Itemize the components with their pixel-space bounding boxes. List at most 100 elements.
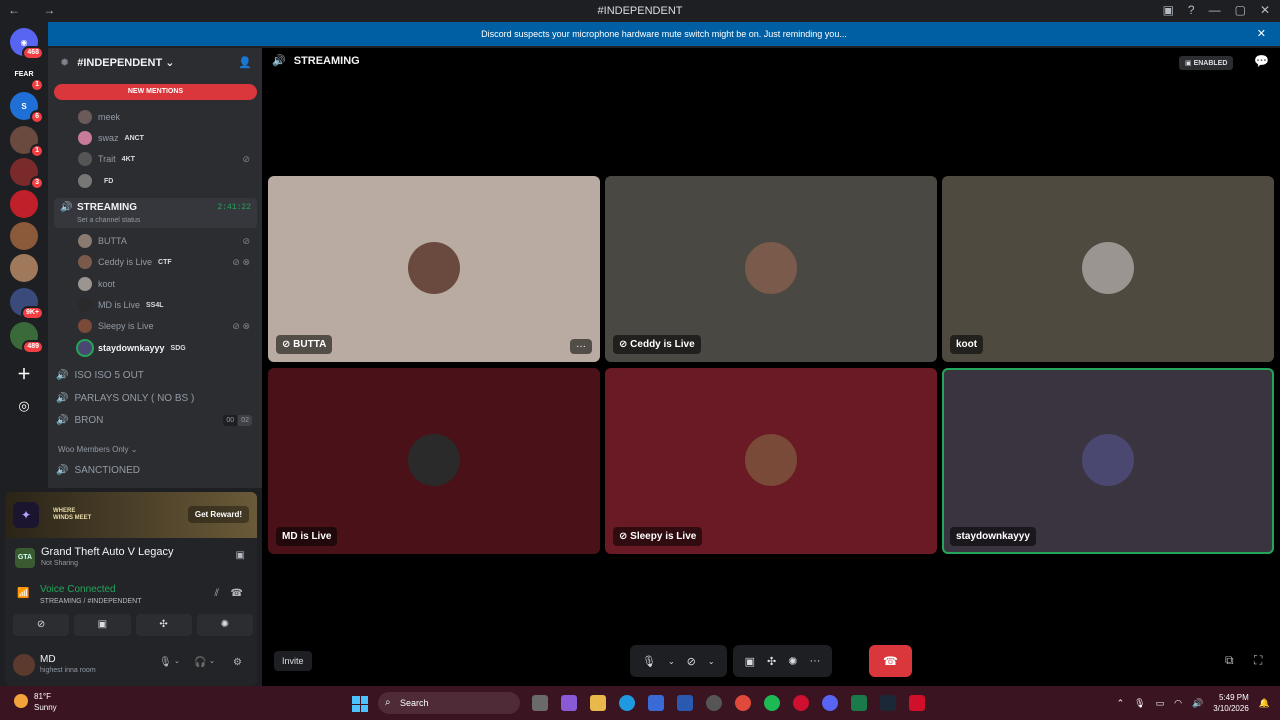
activities-icon[interactable]: ✣ bbox=[767, 655, 776, 668]
chevron-down-icon[interactable]: ⌄ bbox=[174, 657, 180, 665]
category-header[interactable]: Woo Members Only ⌄ bbox=[58, 445, 137, 454]
server-icon[interactable] bbox=[10, 222, 38, 250]
dismiss-banner-button[interactable]: ✕ bbox=[1257, 22, 1266, 46]
video-tile-speaking[interactable]: staydownkayyy bbox=[942, 368, 1274, 554]
signal-icon[interactable]: 📶 bbox=[17, 588, 29, 599]
minimize-button[interactable]: — bbox=[1209, 3, 1221, 17]
guild-header[interactable]: ✹ #INDEPENDENT ⌄ 👤 bbox=[48, 48, 262, 76]
server-folder[interactable]: 9K+ bbox=[10, 288, 44, 320]
voice-user-speaking[interactable]: staydownkayyy SDG bbox=[78, 340, 186, 356]
camera-off-button[interactable]: ⊘ bbox=[13, 614, 70, 636]
voice-channel[interactable]: 🔊 PARLAYS ONLY ( NO BS ) bbox=[56, 389, 194, 407]
soundboard-icon[interactable]: ✺ bbox=[788, 655, 797, 668]
enabled-badge[interactable]: ▣ ENABLED bbox=[1179, 56, 1234, 70]
copilot-icon[interactable] bbox=[561, 695, 577, 711]
settings-gear-icon[interactable]: ⚙ bbox=[233, 657, 242, 668]
voice-user[interactable]: meek bbox=[78, 109, 120, 125]
video-tile[interactable]: ⊘ BUTTA ··· bbox=[268, 176, 600, 362]
more-options-button[interactable]: ··· bbox=[570, 339, 592, 354]
camera-off-icon[interactable]: ⊘ bbox=[687, 655, 696, 668]
disconnect-icon[interactable]: ☎ bbox=[231, 588, 243, 599]
discover-icon[interactable]: ◎ bbox=[10, 392, 38, 420]
microphone-icon[interactable]: 🎙 bbox=[1134, 698, 1145, 709]
volume-icon[interactable]: 🔊 bbox=[1192, 698, 1203, 709]
voice-user[interactable]: swaz ANCT bbox=[78, 130, 144, 146]
wifi-icon[interactable]: ◠ bbox=[1174, 698, 1182, 709]
voice-channel[interactable]: 🔊 ISO ISO 5 OUT bbox=[56, 366, 144, 384]
chat-icon[interactable]: 💬 bbox=[1254, 54, 1269, 68]
screen-share-icon[interactable]: ▣ bbox=[236, 550, 245, 561]
chevron-down-icon[interactable]: ⌄ bbox=[209, 657, 215, 665]
microphone-icon[interactable]: 🎙 bbox=[642, 655, 656, 668]
server-icon[interactable]: 3 bbox=[10, 158, 44, 190]
user-name[interactable]: MD bbox=[40, 654, 56, 665]
noise-suppression-icon[interactable]: ⫽ bbox=[215, 588, 219, 599]
avatar[interactable] bbox=[13, 654, 35, 676]
video-tile[interactable]: koot bbox=[942, 176, 1274, 362]
voice-user[interactable]: Ceddy is Live CTF ⊘ ⊗ bbox=[78, 254, 250, 270]
voice-user[interactable]: MD is Live SS4L bbox=[78, 297, 164, 313]
excel-icon[interactable] bbox=[851, 695, 867, 711]
notification-bell-icon[interactable]: 🔔 bbox=[1259, 698, 1270, 709]
display-icon[interactable]: ▭ bbox=[1156, 698, 1165, 709]
taskbar-search[interactable]: ⌕ Search bbox=[378, 692, 520, 714]
popout-icon[interactable]: ⧉ bbox=[1225, 653, 1234, 668]
voice-channel[interactable]: 🔊 BRON 00 02 bbox=[56, 411, 252, 429]
file-explorer-icon[interactable] bbox=[590, 695, 606, 711]
add-server-icon[interactable]: ＋ bbox=[10, 360, 38, 388]
leave-call-button[interactable]: ☎ bbox=[869, 645, 912, 677]
headphones-icon[interactable]: 🎧 bbox=[194, 657, 206, 668]
edge-icon[interactable] bbox=[619, 695, 635, 711]
task-view-icon[interactable] bbox=[532, 695, 548, 711]
voice-location[interactable]: STREAMING / #INDEPENDENT bbox=[40, 598, 142, 605]
maximize-button[interactable]: ▢ bbox=[1235, 3, 1246, 17]
chevron-down-icon[interactable]: ⌄ bbox=[668, 657, 675, 666]
store-icon[interactable] bbox=[648, 695, 664, 711]
add-member-icon[interactable]: 👤 bbox=[238, 56, 252, 69]
server-folder[interactable]: 489 bbox=[10, 322, 44, 354]
more-icon[interactable]: ··· bbox=[809, 655, 820, 667]
close-window-button[interactable]: ✕ bbox=[1260, 3, 1270, 17]
inbox-icon[interactable]: ▣ bbox=[1163, 3, 1174, 17]
app-icon[interactable] bbox=[909, 695, 925, 711]
server-icon[interactable]: FEAR 1 bbox=[10, 60, 44, 92]
soundboard-button[interactable]: ✺ bbox=[196, 614, 253, 636]
fullscreen-icon[interactable]: ⛶ bbox=[1254, 653, 1262, 668]
server-icon[interactable] bbox=[10, 190, 38, 218]
share-screen-button[interactable]: ▣ bbox=[74, 614, 131, 636]
share-screen-icon[interactable]: ▣ bbox=[745, 655, 755, 668]
server-icon[interactable] bbox=[10, 254, 38, 282]
activities-button[interactable]: ✣ bbox=[135, 614, 192, 636]
get-reward-button[interactable]: Get Reward! bbox=[187, 506, 249, 523]
invite-button[interactable]: Invite bbox=[274, 651, 312, 671]
discord-icon[interactable] bbox=[822, 695, 838, 711]
voice-user[interactable]: Trait 4KT ⊘ bbox=[78, 151, 250, 167]
voice-user[interactable]: Sleepy is Live ⊘ ⊗ bbox=[78, 318, 250, 334]
chevron-down-icon[interactable]: ⌄ bbox=[708, 657, 715, 666]
settings-icon[interactable] bbox=[706, 695, 722, 711]
video-tile[interactable]: MD is Live bbox=[268, 368, 600, 554]
start-button[interactable] bbox=[352, 696, 368, 712]
voice-status-title[interactable]: Voice Connected bbox=[40, 584, 116, 595]
promo-banner[interactable]: ✦ WHERE WINDS MEET Get Reward! bbox=[5, 492, 257, 538]
video-tile[interactable]: ⊘ Sleepy is Live bbox=[605, 368, 937, 554]
help-icon[interactable]: ? bbox=[1188, 3, 1195, 17]
voice-user[interactable]: BUTTA ⊘ bbox=[78, 233, 250, 249]
home-button[interactable]: ◉ 468 bbox=[10, 28, 44, 60]
steam-icon[interactable] bbox=[880, 695, 896, 711]
server-icon[interactable]: 1 bbox=[10, 126, 44, 158]
outlook-icon[interactable] bbox=[677, 695, 693, 711]
spotify-icon[interactable] bbox=[764, 695, 780, 711]
voice-user[interactable]: koot bbox=[78, 276, 115, 292]
chevron-up-icon[interactable]: ⌃ bbox=[1117, 698, 1125, 709]
chrome-icon[interactable] bbox=[735, 695, 751, 711]
voice-channel[interactable]: 🔊 SANCTIONED bbox=[56, 461, 140, 479]
clock[interactable]: 5:49 PM 3/10/2026 bbox=[1213, 692, 1249, 714]
new-mentions-pill[interactable]: NEW MENTIONS bbox=[54, 84, 257, 100]
channel-status-hint[interactable]: Set a channel status bbox=[77, 217, 140, 224]
voice-user[interactable]: FD bbox=[78, 173, 113, 189]
video-tile[interactable]: ⊘ Ceddy is Live bbox=[605, 176, 937, 362]
streaming-channel[interactable]: 🔊 STREAMING 2:41:22 Set a channel status bbox=[54, 198, 257, 228]
microphone-icon[interactable]: 🎙 bbox=[159, 657, 172, 668]
opera-icon[interactable] bbox=[793, 695, 809, 711]
